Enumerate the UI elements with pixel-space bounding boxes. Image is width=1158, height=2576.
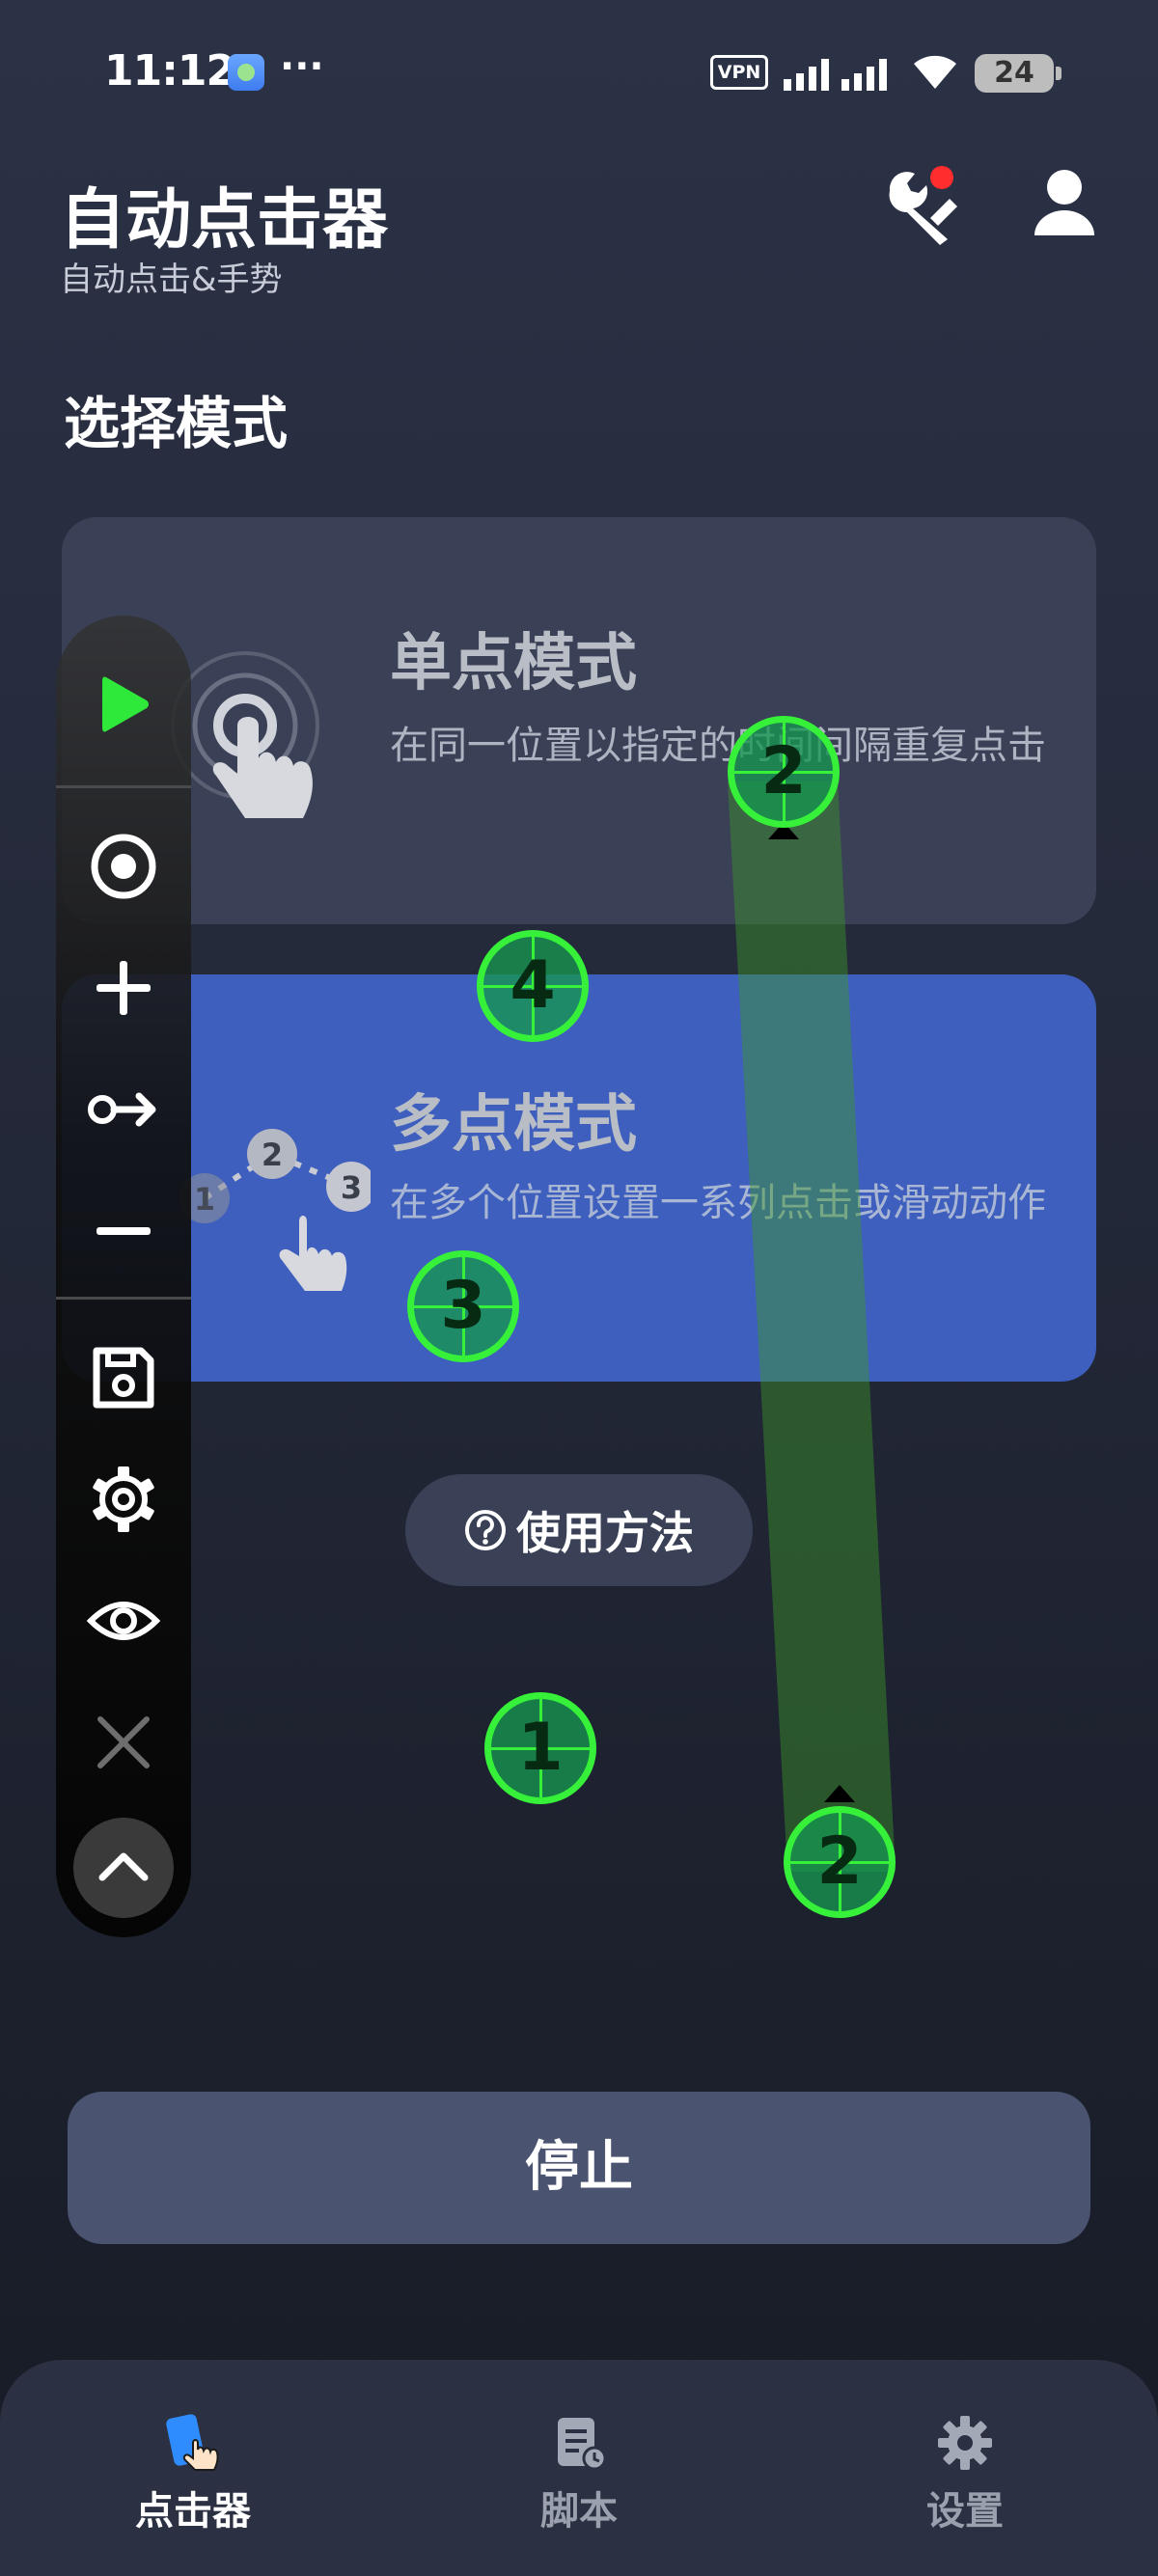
app-title: 自动点击器 [60,182,389,259]
nav-label-settings: 设置 [926,2489,1004,2534]
signal-icon [784,59,887,91]
close-icon[interactable] [83,1702,164,1783]
help-button[interactable]: 使用方法 [405,1474,753,1586]
multi-mode-card[interactable]: 1 2 3 多点模式 在多个位置设置一系列点击或滑动动作 [62,974,1096,1382]
stop-button[interactable]: 停止 [68,2092,1090,2244]
section-title: 选择模式 [64,391,289,456]
help-button-label: 使用方法 [516,1507,694,1559]
script-icon [558,2418,607,2471]
swipe-start-target[interactable]: 2 [728,716,840,828]
nav-label-clicker: 点击器 [135,2489,251,2534]
eye-icon[interactable] [83,1580,164,1661]
notification-app-icon [228,54,264,91]
single-mode-card[interactable]: 单点模式 在同一位置以指定的时间间隔重复点击 [62,517,1096,924]
click-target[interactable]: 1 [484,1692,596,1804]
vpn-icon: VPN [710,55,768,90]
play-icon[interactable] [83,664,164,745]
click-target-label: 1 [517,1710,564,1786]
target-icon[interactable] [83,826,164,907]
nav-item-clicker[interactable]: 点击器 [77,2360,309,2553]
click-target-label: 3 [440,1268,486,1344]
add-swipe-icon[interactable] [83,1069,164,1150]
collapse-icon[interactable] [73,1818,174,1918]
multi-step-1: 1 [194,1181,215,1218]
multi-mode-description: 在多个位置设置一系列点击或滑动动作 [390,1181,1046,1225]
settings-icon[interactable] [83,1459,164,1540]
account-icon[interactable] [1031,168,1098,239]
help-icon [465,1510,506,1550]
swipe-end-target[interactable]: 2 [784,1806,896,1918]
add-icon[interactable] [83,947,164,1028]
floating-toolbar [56,616,191,1937]
remove-icon[interactable] [83,1191,164,1272]
nav-item-script[interactable]: 脚本 [463,2360,695,2553]
toolbar-divider [56,785,191,788]
more-notifications-icon: ··· [280,44,324,89]
app-subtitle: 自动点击&手势 [60,260,283,299]
nav-label-script: 脚本 [540,2489,618,2534]
wifi-icon [914,55,956,89]
click-target[interactable]: 3 [407,1250,519,1362]
click-target-label: 2 [760,733,807,809]
click-target-label: 4 [510,947,556,1024]
toolbar-divider [56,1297,191,1300]
clicker-icon [166,2414,219,2471]
multi-step-3: 3 [341,1169,362,1206]
multi-step-2: 2 [262,1137,283,1173]
nav-item-settings[interactable]: 设置 [849,2360,1081,2553]
status-time: 11:12 [104,46,235,96]
multi-mode-title: 多点模式 [390,1089,637,1161]
notification-badge [930,166,953,189]
battery-icon: 24 [975,54,1062,93]
single-mode-title: 单点模式 [390,628,637,699]
bottom-navigation: 点击器 脚本 设置 [0,2360,1158,2576]
settings-icon [938,2416,992,2470]
click-target[interactable]: 4 [477,930,589,1042]
save-icon[interactable] [83,1337,164,1418]
click-target-label: 2 [816,1823,863,1900]
